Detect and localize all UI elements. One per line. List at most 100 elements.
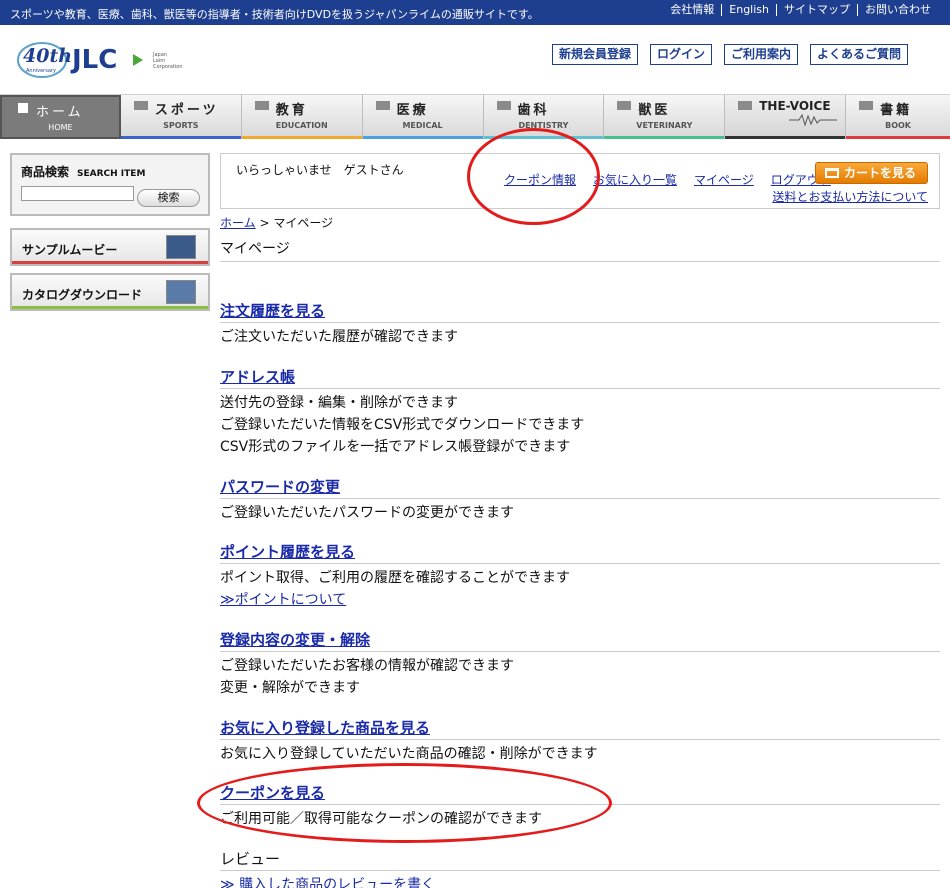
- svg-text:Corporation: Corporation: [153, 64, 183, 70]
- section-description: 送付先の登録・編集・削除ができます: [220, 395, 458, 411]
- registration-edit-link[interactable]: 登録内容の変更・解除: [220, 631, 370, 649]
- cart-button-label: カートを見る: [844, 166, 917, 180]
- nav-the-voice[interactable]: THE-VOICE: [725, 95, 847, 139]
- breadcrumb: ホーム > マイページ: [220, 214, 333, 231]
- registration-edit-section: 登録内容の変更・解除 ご登録いただいたお客様の情報が確認できます 変更・解除がで…: [220, 629, 940, 699]
- nav-color-bar: [483, 136, 604, 139]
- catalog-download-label: カタログダウンロード: [22, 288, 143, 302]
- register-button[interactable]: 新規会員登録: [551, 44, 638, 65]
- favorites-section-link[interactable]: お気に入り登録した商品を見る: [220, 719, 430, 737]
- welcome-bar: いらっしゃいませ ゲストさん クーポン情報 お気に入り一覧 マイページ ログアウ…: [220, 153, 940, 209]
- nav-label: THE-VOICE: [759, 99, 831, 113]
- catalog-icon: [166, 280, 196, 304]
- point-history-link[interactable]: ポイント履歴を見る: [220, 543, 355, 561]
- nav-color-bar: [120, 136, 241, 139]
- mypage-link[interactable]: マイページ: [694, 171, 754, 188]
- guest-greeting: いらっしゃいませ ゲストさん: [236, 163, 404, 177]
- anniversary-number: 40th: [23, 45, 72, 67]
- nav-label: 歯科: [517, 103, 550, 118]
- video-icon: [738, 101, 753, 110]
- nav-label: ホーム: [36, 105, 84, 120]
- logo-text: JLC: [70, 45, 117, 75]
- faq-button[interactable]: よくあるご質問: [809, 44, 908, 65]
- english-link[interactable]: English: [721, 4, 776, 16]
- breadcrumb-home[interactable]: ホーム: [220, 216, 256, 230]
- nav-medical[interactable]: 医療 MEDICAL: [362, 95, 484, 139]
- coupon-info-link[interactable]: クーポン情報: [504, 171, 576, 188]
- nav-sublabel: EDUCATION: [275, 121, 328, 130]
- coupons-section: クーポンを見る ご利用可能／取得可能なクーポンの確認ができます: [220, 782, 940, 830]
- section-description: ご登録いただいたパスワードの変更ができます: [220, 505, 514, 521]
- nav-label: 教育: [275, 103, 308, 118]
- address-book-section: アドレス帳 送付先の登録・編集・削除ができます ご登録いただいた情報をCSV形式…: [220, 366, 940, 458]
- underline-bar: [12, 306, 208, 309]
- about-points-link[interactable]: ≫ポイントについて: [220, 592, 346, 608]
- order-history-link[interactable]: 注文履歴を見る: [220, 302, 325, 320]
- password-change-link[interactable]: パスワードの変更: [220, 478, 340, 496]
- waveform-icon: [789, 113, 838, 127]
- site-tagline: スポーツや教育、医療、歯科、獣医等の指導者・技術者向けDVDを扱うジャパンライム…: [10, 8, 539, 21]
- nav-color-bar: [604, 136, 725, 139]
- nav-sports[interactable]: スポーツ SPORTS: [120, 95, 242, 139]
- login-button[interactable]: ログイン: [649, 44, 712, 65]
- top-bar: スポーツや教育、医療、歯科、獣医等の指導者・技術者向けDVDを扱うジャパンライム…: [0, 0, 950, 25]
- underline-bar: [12, 261, 208, 264]
- section-description: ご登録いただいたお客様の情報が確認できます: [220, 658, 514, 674]
- nav-home[interactable]: ホーム HOME: [0, 95, 121, 139]
- search-title: 商品検索 SEARCH ITEM: [21, 163, 145, 180]
- video-icon: [859, 101, 874, 110]
- category-nav: ホーム HOME スポーツ SPORTS 教育 EDUCATION 医療 MED…: [0, 94, 950, 139]
- favorites-link[interactable]: お気に入り一覧: [593, 171, 677, 188]
- nav-color-bar: [725, 136, 846, 139]
- nav-label: 書籍: [880, 103, 913, 118]
- video-icon: [617, 101, 632, 110]
- section-description: ご利用可能／取得可能なクーポンの確認ができます: [220, 811, 542, 827]
- account-links: クーポン情報 お気に入り一覧 マイページ ログアウト: [504, 171, 831, 188]
- nav-sublabel: MEDICAL: [402, 121, 443, 130]
- film-icon: [166, 235, 196, 259]
- anniversary-label: Anniversary: [26, 68, 56, 74]
- view-coupons-link[interactable]: クーポンを見る: [220, 784, 325, 802]
- product-search-box: 商品検索 SEARCH ITEM 検索: [10, 153, 210, 216]
- video-icon: [254, 101, 269, 110]
- nav-sublabel: DENTISTRY: [518, 121, 569, 130]
- nav-veterinary[interactable]: 獣医 VETERINARY: [604, 95, 726, 139]
- nav-book[interactable]: 書籍 BOOK: [846, 95, 950, 139]
- shipping-payment-link[interactable]: 送料とお支払い方法について: [772, 188, 928, 205]
- sample-movie-label: サンプルムービー: [22, 243, 118, 257]
- point-history-section: ポイント履歴を見る ポイント取得、ご利用の履歴を確認することができます ≫ポイン…: [220, 541, 940, 611]
- search-button[interactable]: 検索: [137, 189, 200, 207]
- video-icon: [133, 101, 148, 110]
- view-cart-button[interactable]: カートを見る: [815, 162, 928, 184]
- company-info-link[interactable]: 会社情報: [663, 4, 721, 16]
- video-icon: [496, 101, 511, 110]
- nav-sublabel: SPORTS: [163, 121, 199, 130]
- sample-movie-button[interactable]: サンプルムービー: [10, 228, 210, 266]
- page-title: マイページ: [220, 238, 940, 262]
- write-review-link[interactable]: ≫ 購入した商品のレビューを書く: [220, 877, 435, 888]
- section-description: CSV形式のファイルを一括でアドレス帳登録ができます: [220, 439, 571, 455]
- section-description: 変更・解除ができます: [220, 680, 360, 696]
- site-logo[interactable]: 40th Anniversary JLC Japan Laim Corporat…: [16, 38, 206, 82]
- address-book-link[interactable]: アドレス帳: [220, 368, 295, 386]
- review-heading: レビュー: [220, 848, 940, 871]
- order-history-section: 注文履歴を見る ご注文いただいた履歴が確認できます: [220, 300, 940, 348]
- nav-education[interactable]: 教育 EDUCATION: [241, 95, 363, 139]
- section-description: ご注文いただいた履歴が確認できます: [220, 329, 458, 345]
- sitemap-link[interactable]: サイトマップ: [776, 4, 857, 16]
- nav-color-bar: [846, 136, 950, 139]
- password-change-section: パスワードの変更 ご登録いただいたパスワードの変更ができます: [220, 476, 940, 524]
- header-buttons: 新規会員登録 ログイン ご利用案内 よくあるご質問: [551, 44, 908, 65]
- catalog-download-button[interactable]: カタログダウンロード: [10, 273, 210, 311]
- nav-sublabel: VETERINARY: [636, 121, 693, 130]
- contact-link[interactable]: お問い合わせ: [857, 4, 938, 16]
- breadcrumb-separator: >: [259, 216, 270, 230]
- top-links: 会社情報 English サイトマップ お問い合わせ: [663, 4, 938, 16]
- nav-sublabel: HOME: [48, 123, 73, 132]
- nav-sublabel: BOOK: [885, 121, 912, 130]
- guide-button[interactable]: ご利用案内: [723, 44, 798, 65]
- section-description: ご登録いただいた情報をCSV形式でダウンロードできます: [220, 417, 585, 433]
- nav-label: 医療: [396, 103, 429, 118]
- nav-dentistry[interactable]: 歯科 DENTISTRY: [483, 95, 605, 139]
- search-input[interactable]: [21, 186, 134, 201]
